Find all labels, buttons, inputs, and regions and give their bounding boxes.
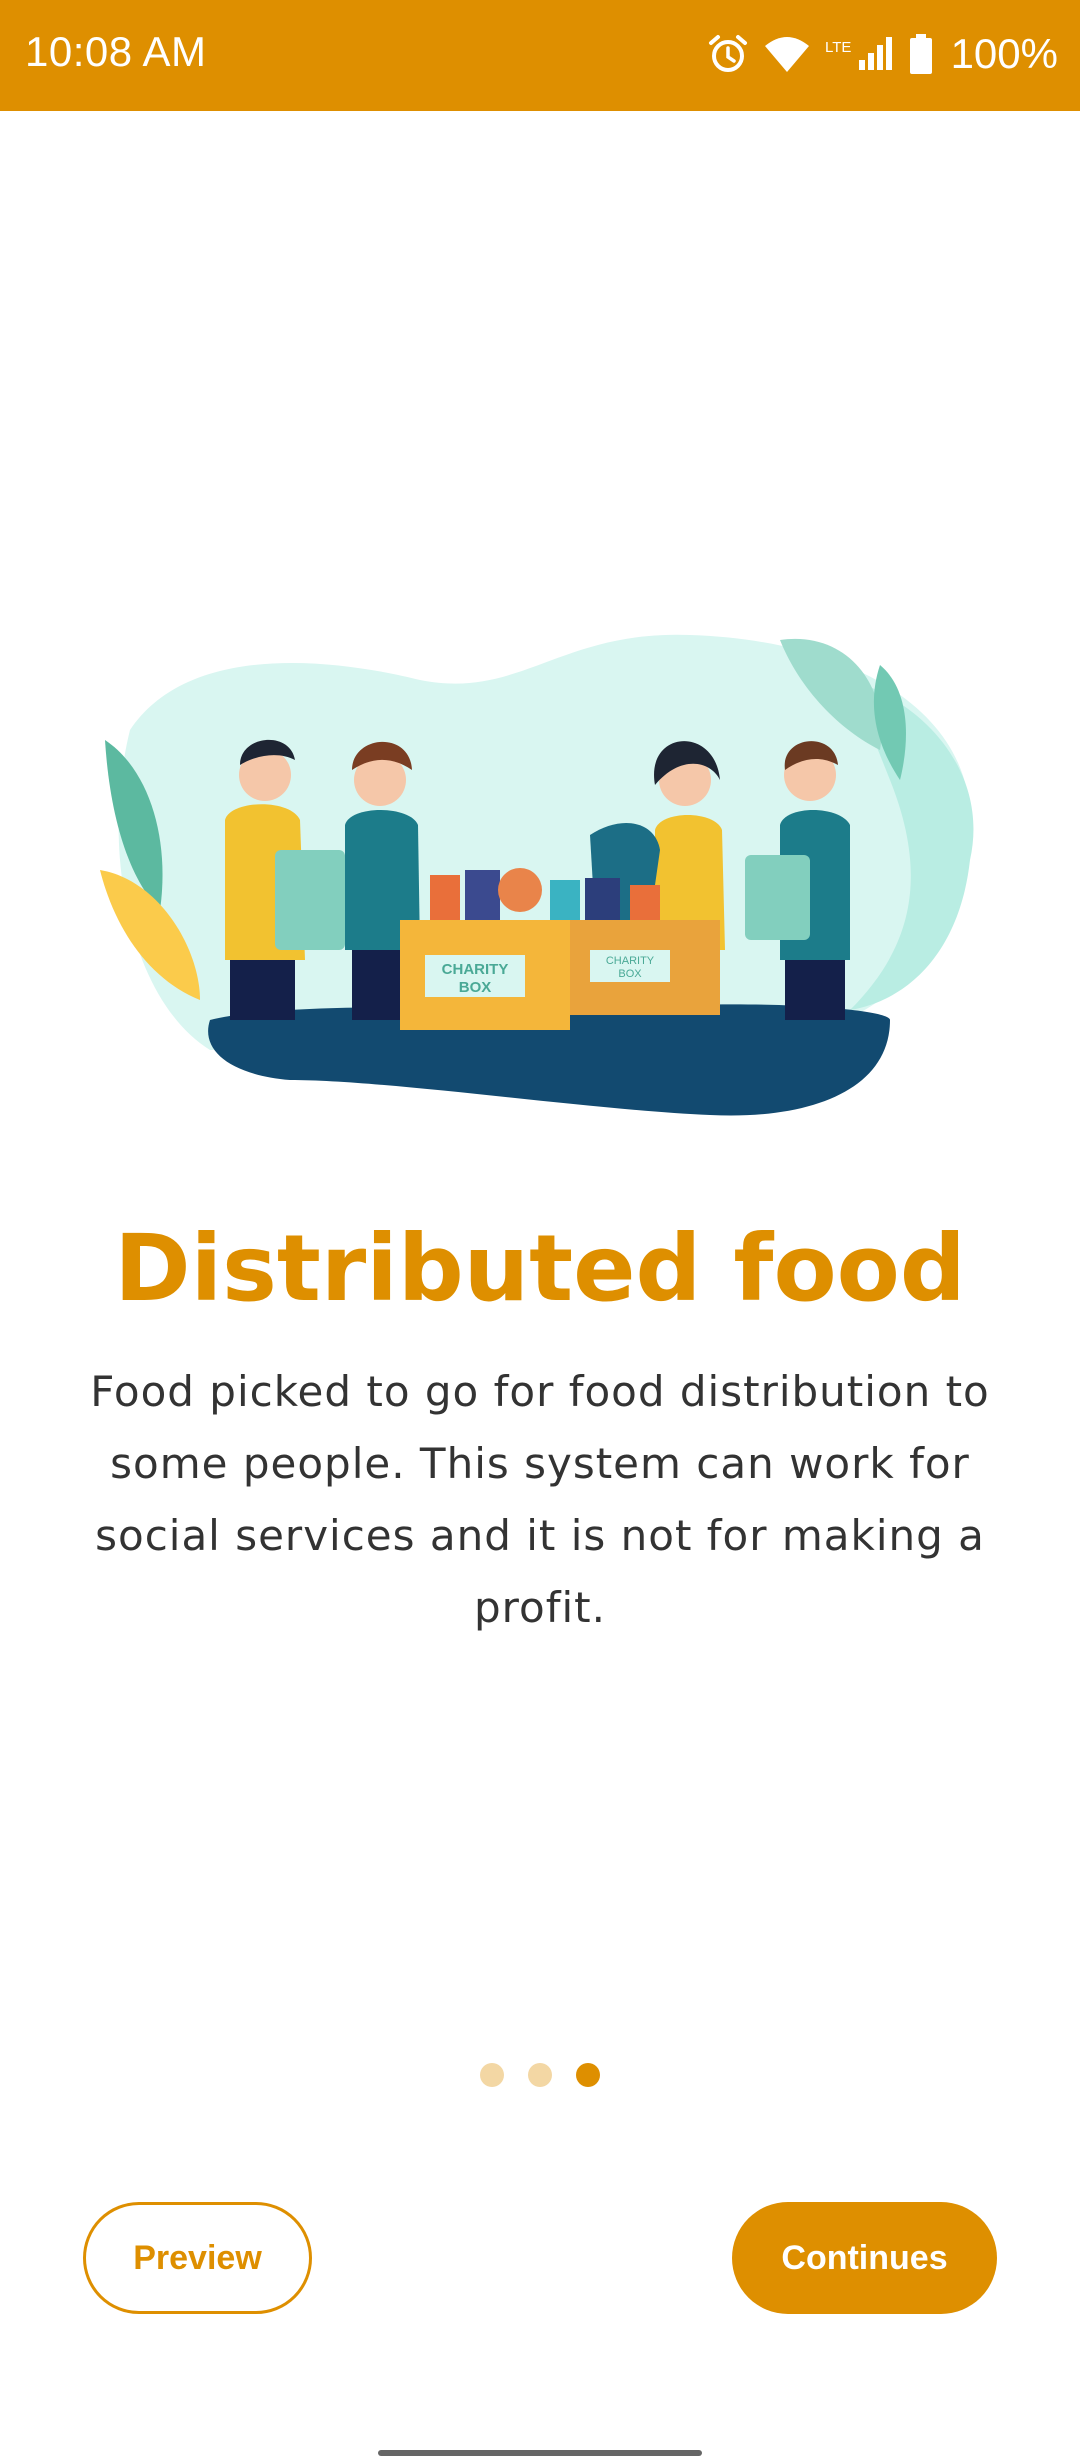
- charity-illustration: CHARITY BOX CHARITY BOX: [100, 634, 974, 1116]
- svg-text:LTE: LTE: [825, 39, 851, 56]
- status-bar: 10:08 AM LTE 100%: [0, 0, 1080, 111]
- home-indicator[interactable]: [378, 2450, 702, 2456]
- page-dot-3-active[interactable]: [576, 2063, 600, 2087]
- page-description: Food picked to go for food distribution …: [90, 1367, 990, 1632]
- wifi-icon: [763, 34, 811, 74]
- box-label-1: CHARITY: [442, 961, 509, 978]
- preview-button[interactable]: Preview: [83, 2202, 312, 2314]
- page-title: Distributed food: [114, 1215, 966, 1322]
- box-label-2: CHARITY: [606, 955, 655, 967]
- alarm-icon: [707, 33, 749, 75]
- page-dot-2[interactable]: [528, 2063, 552, 2087]
- svg-text:BOX: BOX: [459, 979, 492, 996]
- lte-signal-icon: LTE: [825, 34, 895, 74]
- page-indicator: [0, 2063, 1080, 2087]
- continue-button[interactable]: Continues: [732, 2202, 997, 2314]
- svg-text:BOX: BOX: [618, 968, 642, 980]
- status-icons: LTE 100%: [707, 24, 1058, 84]
- battery-icon: [909, 34, 933, 74]
- page-dot-1[interactable]: [480, 2063, 504, 2087]
- status-time: 10:08 AM: [25, 28, 207, 75]
- battery-percentage: 100%: [950, 30, 1058, 77]
